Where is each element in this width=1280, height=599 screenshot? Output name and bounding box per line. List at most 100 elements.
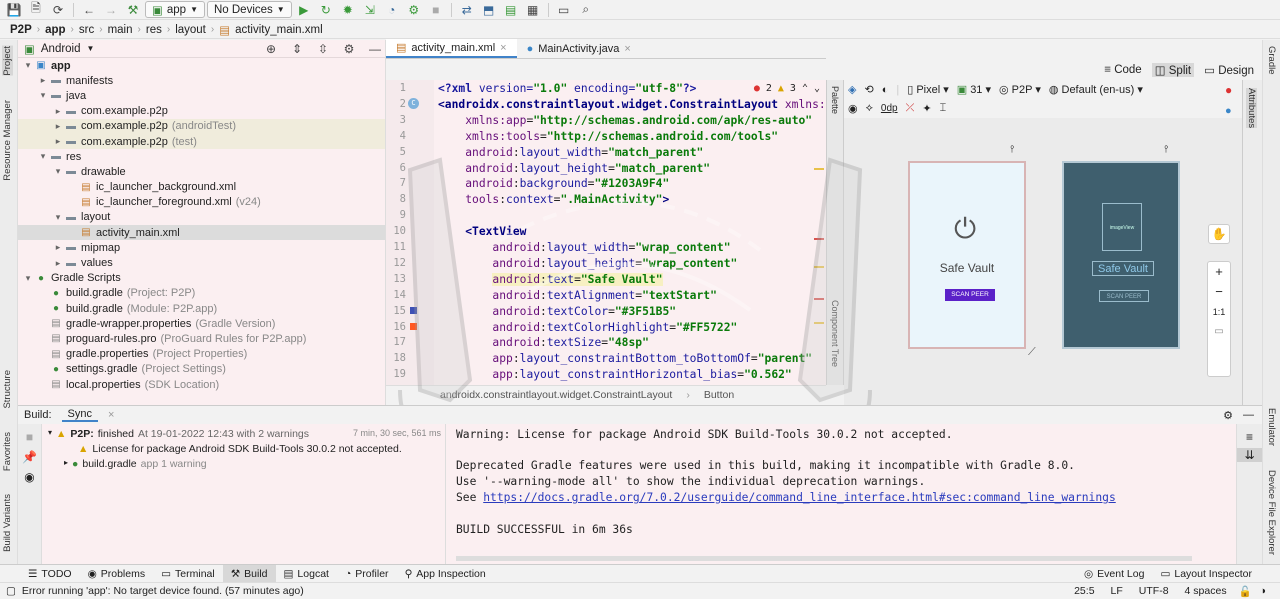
- tab-component-tree[interactable]: Component Tree: [830, 300, 840, 367]
- breadcrumb-item[interactable]: app: [45, 24, 65, 36]
- indent-setting[interactable]: 4 spaces: [1185, 585, 1227, 597]
- breadcrumb-item[interactable]: main: [108, 24, 133, 36]
- close-icon[interactable]: ×: [108, 409, 114, 421]
- soft-wrap-icon[interactable]: ≡: [1237, 430, 1262, 444]
- tree-item[interactable]: ▤ gradle.properties (Project Properties): [18, 347, 385, 362]
- tree-item[interactable]: ▤ gradle-wrapper.properties (Gradle Versio…: [18, 316, 385, 331]
- sync-icon[interactable]: ⟳: [48, 1, 68, 19]
- tab-main-activity-java[interactable]: ● MainActivity.java ×: [517, 39, 641, 58]
- code-line[interactable]: <androidx.constraintlayout.widget.Constr…: [438, 98, 826, 111]
- blueprint-preview[interactable]: imageView Safe Vault SCAN PEER: [1062, 161, 1180, 349]
- mode-design[interactable]: ▭ Design: [1204, 63, 1254, 77]
- info-icon[interactable]: ●: [1225, 105, 1232, 117]
- layout-inspector-icon[interactable]: ▭: [554, 1, 574, 19]
- breadcrumb-item[interactable]: androidx.constraintlayout.widget.Constra…: [440, 389, 672, 401]
- code-line[interactable]: android:text="Safe Vault": [438, 272, 663, 286]
- tree-item[interactable]: ▸ ▬ values: [18, 255, 385, 270]
- pan-tool-icon[interactable]: ✋: [1208, 224, 1230, 244]
- tree-item[interactable]: ▾ ▣ app: [18, 58, 385, 73]
- tab-device-file-explorer[interactable]: Device File Explorer: [1266, 470, 1277, 555]
- file-encoding[interactable]: UTF-8: [1139, 585, 1169, 597]
- code-line[interactable]: tools:context=".MainActivity">: [438, 193, 669, 206]
- build-tree-item[interactable]: ▲ License for package Android SDK Build-…: [78, 443, 402, 455]
- chevron-down-icon[interactable]: ▾: [52, 166, 64, 177]
- chevron-down-icon[interactable]: ▾: [52, 212, 64, 223]
- code-editor[interactable]: 1 2 3 4 5 6 7 8 9 10 11 12 13 14 15 16 17 18 19 C <?xml ver…: [386, 80, 826, 385]
- chevron-up-icon[interactable]: ⌃: [802, 83, 808, 94]
- hide-icon[interactable]: —: [1243, 409, 1254, 421]
- tab-structure[interactable]: Structure: [2, 370, 13, 409]
- chevron-down-icon[interactable]: ▼: [87, 44, 95, 53]
- screen-fit-icon[interactable]: ▭: [1208, 322, 1230, 342]
- chevron-right-icon[interactable]: ▸: [52, 242, 64, 253]
- tab-project[interactable]: Project: [2, 46, 13, 76]
- code-line[interactable]: android:textSize="48sp": [438, 336, 648, 349]
- tab-activity-main-xml[interactable]: ▤ activity_main.xml ×: [386, 39, 517, 58]
- inspection-widget[interactable]: ● 2 ▲ 3 ⌃ ⌄: [753, 83, 820, 94]
- code-line[interactable]: android:layout_height="wrap_content": [438, 257, 737, 270]
- tool-event-log[interactable]: ◎ Event Log: [1076, 565, 1152, 583]
- tab-gradle[interactable]: Gradle: [1266, 46, 1277, 75]
- tree-item[interactable]: ● settings.gradle (Project Settings): [18, 362, 385, 377]
- gradle-docs-link[interactable]: https://docs.gradle.org/7.0.2/userguide/…: [483, 491, 1116, 504]
- project-structure-icon[interactable]: ▦: [523, 1, 543, 19]
- guidelines-icon[interactable]: ⌶: [940, 102, 947, 115]
- api-select[interactable]: ▣ 31 ▾: [957, 83, 991, 96]
- code-line[interactable]: android:layout_height="match_parent": [438, 162, 710, 175]
- tree-item[interactable]: ▾ ▬ drawable: [18, 164, 385, 179]
- run-icon[interactable]: ▶: [294, 1, 314, 19]
- profile-icon[interactable]: ◔: [382, 1, 402, 19]
- tab-favorites[interactable]: Favorites: [2, 432, 13, 471]
- code-line[interactable]: android:textColor="#3F51B5": [438, 305, 676, 318]
- stop-icon[interactable]: ■: [18, 430, 41, 444]
- back-icon[interactable]: ←: [79, 1, 99, 19]
- horizontal-scrollbar[interactable]: [456, 556, 1192, 561]
- collapse-all-icon[interactable]: ⇳: [313, 40, 333, 58]
- tool-logcat[interactable]: ▤ Logcat: [276, 565, 337, 583]
- chevron-right-icon[interactable]: ▸: [37, 75, 49, 86]
- breadcrumb-item[interactable]: activity_main.xml: [235, 24, 323, 36]
- gear-icon[interactable]: ⚙: [339, 40, 359, 58]
- night-mode-icon[interactable]: ◐: [882, 84, 889, 96]
- tree-item[interactable]: ▾ ▬ java: [18, 88, 385, 103]
- line-separator[interactable]: LF: [1111, 585, 1123, 597]
- class-marker-icon[interactable]: C: [408, 98, 419, 109]
- code-line[interactable]: <?xml version="1.0" encoding="utf-8"?>: [438, 82, 696, 95]
- infer-constraints-icon[interactable]: ✦: [922, 102, 931, 115]
- mode-split[interactable]: ◫ Split: [1151, 62, 1195, 77]
- search-icon[interactable]: ⌕: [576, 1, 596, 19]
- zoom-fit-button[interactable]: 1:1: [1208, 302, 1230, 322]
- code-line[interactable]: xmlns:app="http://schemas.android.com/ap…: [438, 114, 812, 127]
- mode-code[interactable]: ≡ Code: [1104, 64, 1141, 76]
- code-line[interactable]: app:layout_constraintHorizontal_bias="0.…: [438, 368, 791, 381]
- tree-item[interactable]: ▤ ic_launcher_background.xml: [18, 180, 385, 195]
- autoconnect-icon[interactable]: ⟡: [866, 102, 873, 115]
- memory-icon[interactable]: ◑: [1260, 585, 1266, 597]
- code-line[interactable]: android:textColorHighlight="#FF5722": [438, 321, 737, 334]
- code-line[interactable]: app:layout_constraintBottom_toBottomOf="…: [438, 352, 812, 365]
- gear-icon[interactable]: ⚙: [1223, 409, 1233, 422]
- code-line[interactable]: android:background="#1203A9F4": [438, 177, 669, 190]
- design-preview[interactable]: ⏻ Safe Vault SCAN PEER: [908, 161, 1026, 349]
- hide-icon[interactable]: —: [365, 40, 385, 58]
- code-line[interactable]: <TextView: [438, 225, 526, 238]
- breadcrumb-item[interactable]: res: [146, 24, 162, 36]
- apply-changes-icon[interactable]: ⚙: [404, 1, 424, 19]
- design-canvas[interactable]: ⫯ ⫯ ⏻ Safe Vault SCAN PEER imageView Saf…: [844, 118, 1242, 405]
- tree-item[interactable]: ▤ local.properties (SDK Location): [18, 377, 385, 392]
- tree-item[interactable]: ▸ ▬ com.example.p2p: [18, 104, 385, 119]
- layers-icon[interactable]: ◈: [848, 83, 856, 96]
- run-config-select[interactable]: ▣ app ▼: [145, 1, 205, 18]
- orientation-icon[interactable]: ⟲: [864, 83, 873, 96]
- color-swatch-icon[interactable]: [410, 307, 417, 314]
- theme-select[interactable]: ◎ P2P ▾: [999, 83, 1041, 96]
- chevron-down-icon[interactable]: ▾: [22, 60, 34, 71]
- chevron-right-icon[interactable]: ▸: [52, 106, 64, 117]
- eye-icon[interactable]: ◉: [848, 102, 858, 115]
- tree-item[interactable]: ▸ ▬ mipmap: [18, 240, 385, 255]
- save-icon[interactable]: 💾: [4, 1, 24, 19]
- attach-debugger-icon[interactable]: ⇲: [360, 1, 380, 19]
- tab-resource-manager[interactable]: Resource Manager: [2, 100, 13, 181]
- code-line[interactable]: android:textAlignment="textStart": [438, 289, 716, 302]
- tree-item[interactable]: ▤ proguard-rules.pro (ProGuard Rules for P…: [18, 331, 385, 346]
